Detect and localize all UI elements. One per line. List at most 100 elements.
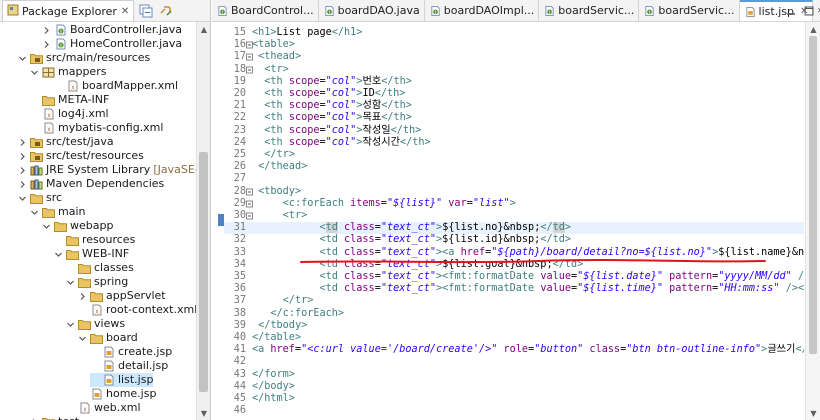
- scroll-down-icon[interactable]: ▼: [197, 406, 211, 420]
- editor-tab[interactable]: JboardServic...: [639, 0, 740, 21]
- editor-scroll-thumb[interactable]: [809, 36, 817, 354]
- tree-item[interactable]: views: [66, 317, 125, 331]
- code-line[interactable]: 35 <td class="text_ct"><fmt:formatDate v…: [224, 271, 804, 283]
- code-line[interactable]: 42: [224, 356, 804, 368]
- tree-item[interactable]: WEB-INF: [54, 247, 129, 261]
- tree-item[interactable]: XboardMapper.xml: [54, 79, 178, 93]
- code-line[interactable]: 36 <td class="text_ct"><fmt:formatDate v…: [224, 283, 804, 295]
- tree-item[interactable]: src/test/resources: [18, 149, 144, 163]
- tree-item[interactable]: Xlog4j.xml: [30, 107, 109, 121]
- tree-item[interactable]: board: [78, 331, 138, 345]
- tree-item[interactable]: J BoardController.java: [42, 23, 182, 37]
- collapse-all-icon[interactable]: [138, 3, 154, 19]
- scroll-up-icon[interactable]: ▲: [197, 22, 211, 36]
- tree-item[interactable]: resources: [54, 233, 135, 247]
- chevron-right-icon[interactable]: [18, 180, 27, 189]
- code-view[interactable]: 15 <h1>List page</h1> 16 <table> 17 <thead> 1…: [224, 22, 804, 420]
- chevron-down-icon[interactable]: [66, 320, 75, 329]
- tree-item[interactable]: META-INF: [30, 93, 109, 107]
- tree-item-label: board: [106, 331, 138, 344]
- chevron-down-icon[interactable]: [30, 68, 39, 77]
- chevron-down-icon[interactable]: [18, 194, 27, 203]
- tree-item[interactable]: src/test/java: [18, 135, 114, 149]
- tree-item[interactable]: create.jsp: [90, 345, 172, 359]
- tree-item[interactable]: JRE System Library[JavaSE-1.6]: [18, 163, 196, 177]
- code-line[interactable]: 20 <th scope="col">ID</th>: [224, 88, 804, 100]
- chevron-down-icon[interactable]: [30, 208, 39, 217]
- chevron-right-icon[interactable]: [78, 292, 87, 301]
- code-line[interactable]: 43 </form>: [224, 369, 804, 381]
- maximize-icon[interactable]: [802, 4, 816, 18]
- close-icon[interactable]: ✕: [121, 6, 129, 17]
- tree-item[interactable]: Xweb.xml: [66, 401, 141, 415]
- chevron-right-icon[interactable]: [18, 166, 27, 175]
- code-line[interactable]: 41 <a href="<c:url value='/board/create'/…: [224, 344, 804, 356]
- editor-scrollbar[interactable]: ▲ ▼: [805, 22, 820, 420]
- tree-item[interactable]: Maven Dependencies: [18, 177, 164, 191]
- chevron-right-icon[interactable]: [18, 152, 27, 161]
- code-line[interactable]: 44 </body>: [224, 381, 804, 393]
- code-line[interactable]: 29 <c:forEach items="${list}" var="list"…: [224, 198, 804, 210]
- chevron-down-icon[interactable]: [78, 334, 87, 343]
- tree-item-label: classes: [94, 261, 134, 274]
- code-line[interactable]: 23 <th scope="col">작성일</th>: [224, 125, 804, 137]
- editor-tab[interactable]: JboardDAO.java: [319, 0, 425, 21]
- tree-item[interactable]: webapp: [42, 219, 113, 233]
- code-line[interactable]: 40 </table>: [224, 332, 804, 344]
- code-line[interactable]: 37 </tr>: [224, 295, 804, 307]
- code-line[interactable]: 21 <th scope="col">성함</th>: [224, 100, 804, 112]
- tree-item[interactable]: J HomeController.java: [42, 37, 182, 51]
- tree-item[interactable]: Xmybatis-config.xml: [30, 121, 163, 135]
- code-line[interactable]: 26 </thead>: [224, 161, 804, 173]
- tree-item[interactable]: mappers: [30, 65, 106, 79]
- code-line[interactable]: 31 <td class="text_ct">${list.no}&nbsp;<…: [224, 222, 804, 235]
- chevron-right-icon[interactable]: [42, 26, 51, 35]
- tree-item[interactable]: home.jsp: [78, 387, 156, 401]
- code-line[interactable]: 39 </tbody>: [224, 320, 804, 332]
- code-line[interactable]: 46: [224, 405, 804, 417]
- tree-item[interactable]: classes: [66, 261, 134, 275]
- tree-item[interactable]: test: [30, 415, 79, 420]
- chevron-down-icon[interactable]: [18, 54, 27, 63]
- tree-item[interactable]: list.jsp: [90, 373, 154, 387]
- editor-tab[interactable]: J BoardControl...: [212, 0, 319, 21]
- minimize-icon[interactable]: [784, 4, 798, 18]
- tree-item[interactable]: src: [18, 191, 62, 205]
- tree-item[interactable]: Xroot-context.xml: [78, 303, 196, 317]
- package-tree[interactable]: J BoardController.java J HomeController.jav…: [0, 22, 196, 420]
- chevron-down-icon[interactable]: [54, 250, 63, 259]
- code-line[interactable]: 30 <tr>: [224, 210, 804, 222]
- chevron-right-icon[interactable]: [18, 138, 27, 147]
- chevron-down-icon[interactable]: [42, 222, 51, 231]
- code-line[interactable]: 45 </html>: [224, 393, 804, 405]
- package-explorer-tab[interactable]: Package Explorer ✕: [2, 0, 135, 21]
- explorer-scrollbar[interactable]: ▲ ▼: [196, 22, 210, 420]
- code-line[interactable]: 15 <h1>List page</h1>: [224, 27, 804, 39]
- code-line[interactable]: 38 </c:forEach>: [224, 308, 804, 320]
- code-line[interactable]: 28 <tbody>: [224, 186, 804, 198]
- xml-file-icon: X: [42, 108, 55, 120]
- code-line[interactable]: 16 <table>: [224, 39, 804, 51]
- line-number: 15: [233, 27, 246, 38]
- code-line[interactable]: 17 <thead>: [224, 51, 804, 63]
- editor-tab[interactable]: JboardServic...: [539, 0, 640, 21]
- code-line[interactable]: 24 <th scope="col">작성시간</th>: [224, 137, 804, 149]
- tree-item[interactable]: detail.jsp: [90, 359, 168, 373]
- tree-item[interactable]: main: [30, 205, 85, 219]
- chevron-right-icon[interactable]: [42, 40, 51, 49]
- code-line[interactable]: 22 <th scope="col">목표</th>: [224, 112, 804, 124]
- code-line[interactable]: 19 <th scope="col">번호</th>: [224, 76, 804, 88]
- scroll-up-icon[interactable]: ▲: [806, 22, 820, 36]
- editor-tab[interactable]: JboardDAOImpl...: [425, 0, 540, 21]
- link-with-editor-icon[interactable]: [158, 3, 174, 19]
- explorer-scroll-thumb[interactable]: [199, 152, 208, 392]
- tree-item[interactable]: appServlet: [78, 289, 166, 303]
- code-line[interactable]: 32 <td class="text_ct">${list.id}&nbsp;<…: [224, 234, 804, 246]
- tree-item[interactable]: spring: [66, 275, 128, 289]
- scroll-down-icon[interactable]: ▼: [806, 406, 820, 420]
- code-line[interactable]: 27: [224, 173, 804, 185]
- tree-item[interactable]: src/main/resources: [18, 51, 150, 65]
- code-line[interactable]: 18 <tr>: [224, 64, 804, 76]
- code-line[interactable]: 25 </tr>: [224, 149, 804, 161]
- chevron-down-icon[interactable]: [66, 278, 75, 287]
